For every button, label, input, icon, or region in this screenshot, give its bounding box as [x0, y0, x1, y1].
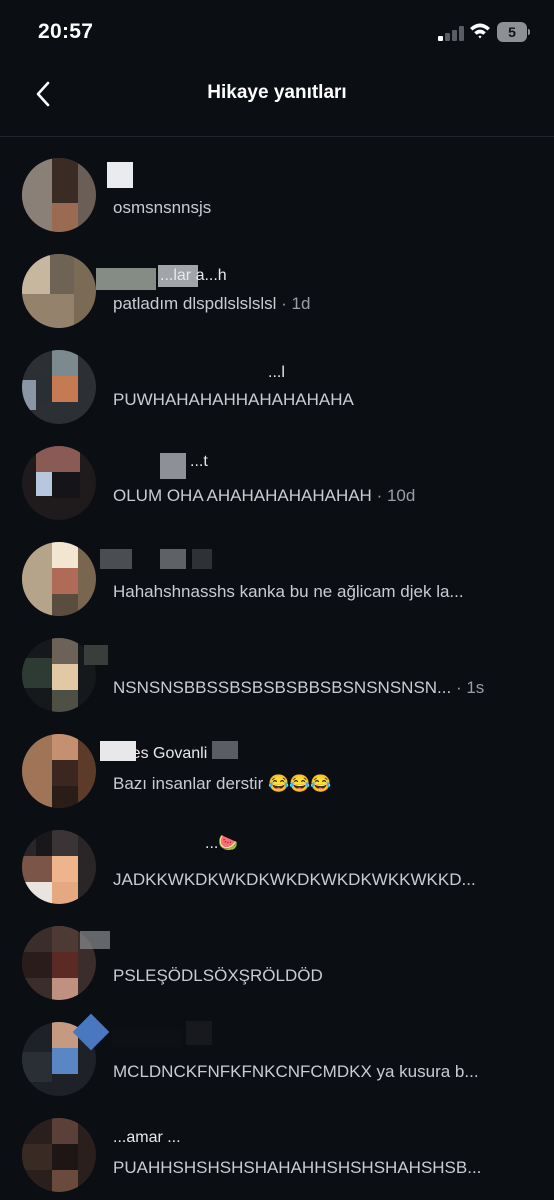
- avatar: [22, 734, 96, 808]
- avatar: [22, 254, 96, 328]
- reply-username: Zhes Govanli: [113, 745, 208, 762]
- reply-text: PUWHAHAHAHHAHAHAHAHA: [113, 390, 354, 409]
- battery-level: 5: [497, 22, 527, 42]
- reply-username: ...l: [268, 364, 285, 381]
- wifi-icon: [469, 22, 491, 40]
- avatar: [22, 350, 96, 424]
- page-title: Hikaye yanıtları: [207, 82, 347, 103]
- reply-text: OLUM OHA AHAHAHAHAHAHAH · 10d: [113, 486, 416, 505]
- reply-row[interactable]: ...🍉 JADKKWKDKWKDKWKDKWKDKWKKWKKD...: [0, 809, 554, 905]
- reply-text: JADKKWKDKWKDKWKDKWKDKWKKWKKD...: [113, 870, 476, 889]
- status-time: 20:57: [38, 20, 94, 43]
- reply-text: Hahahshnasshs kanka bu ne ağlicam djek l…: [113, 582, 464, 601]
- reply-username: ...🍉: [205, 835, 239, 852]
- reply-text: NSNSNSBBSSBSBSBSBBSBSNSNSNSN... · 1s: [113, 678, 485, 697]
- avatar: [22, 446, 96, 520]
- avatar: [22, 1118, 96, 1192]
- navigation-bar: Hikaye yanıtları: [0, 64, 554, 137]
- reply-row[interactable]: Hahahshnasshs kanka bu ne ağlicam djek l…: [0, 521, 554, 617]
- reply-text: MCLDNCKFNFKFNKCNFCMDKX ya kusura b...: [113, 1062, 479, 1081]
- reply-text: PUAHHSHSHSHSHAHAHHSHSHSHAHSHSB...: [113, 1158, 482, 1177]
- avatar: [22, 158, 96, 232]
- story-replies-list: osmsnsnnsjs ...lar a...h patladım dlspdl…: [0, 137, 554, 1193]
- reply-row[interactable]: ...amar ... PUAHHSHSHSHSHAHAHHSHSHSHAHSH…: [0, 1097, 554, 1193]
- reply-time: · 1d: [276, 294, 311, 313]
- reply-row[interactable]: Zhes Govanli Bazı insanlar derstir 😂😂😂: [0, 713, 554, 809]
- reply-time: · 1s: [451, 678, 485, 697]
- reply-text: patladım dlspdlslslslsl · 1d: [113, 294, 311, 313]
- reply-row[interactable]: PSLEŞÖDLSÖXŞRÖLDÖD: [0, 905, 554, 1001]
- reply-text: osmsnsnnsjs: [113, 198, 212, 217]
- reply-text: Bazı insanlar derstir 😂😂😂: [113, 774, 332, 793]
- status-bar: 20:57 5: [0, 0, 554, 64]
- reply-username: ...amar ...: [113, 1129, 181, 1146]
- cellular-signal-icon: [438, 25, 464, 41]
- battery-icon: 5: [497, 22, 530, 42]
- reply-row[interactable]: ...t OLUM OHA AHAHAHAHAHAHAH · 10d: [0, 425, 554, 521]
- avatar: [22, 542, 96, 616]
- reply-row[interactable]: NSNSNSBBSSBSBSBSBBSBSNSNSNSN... · 1s: [0, 617, 554, 713]
- reply-username: ...t: [190, 453, 208, 470]
- reply-row[interactable]: MCLDNCKFNFKFNKCNFCMDKX ya kusura b...: [0, 1001, 554, 1097]
- reply-username: ...lar a...h: [160, 267, 227, 284]
- avatar: [22, 830, 96, 904]
- reply-text: PSLEŞÖDLSÖXŞRÖLDÖD: [113, 966, 323, 985]
- reply-row[interactable]: ...l PUWHAHAHAHHAHAHAHAHA: [0, 329, 554, 425]
- reply-row[interactable]: osmsnsnnsjs: [0, 137, 554, 233]
- reply-row[interactable]: ...lar a...h patladım dlspdlslslslsl · 1…: [0, 233, 554, 329]
- reply-time: · 10d: [371, 486, 416, 505]
